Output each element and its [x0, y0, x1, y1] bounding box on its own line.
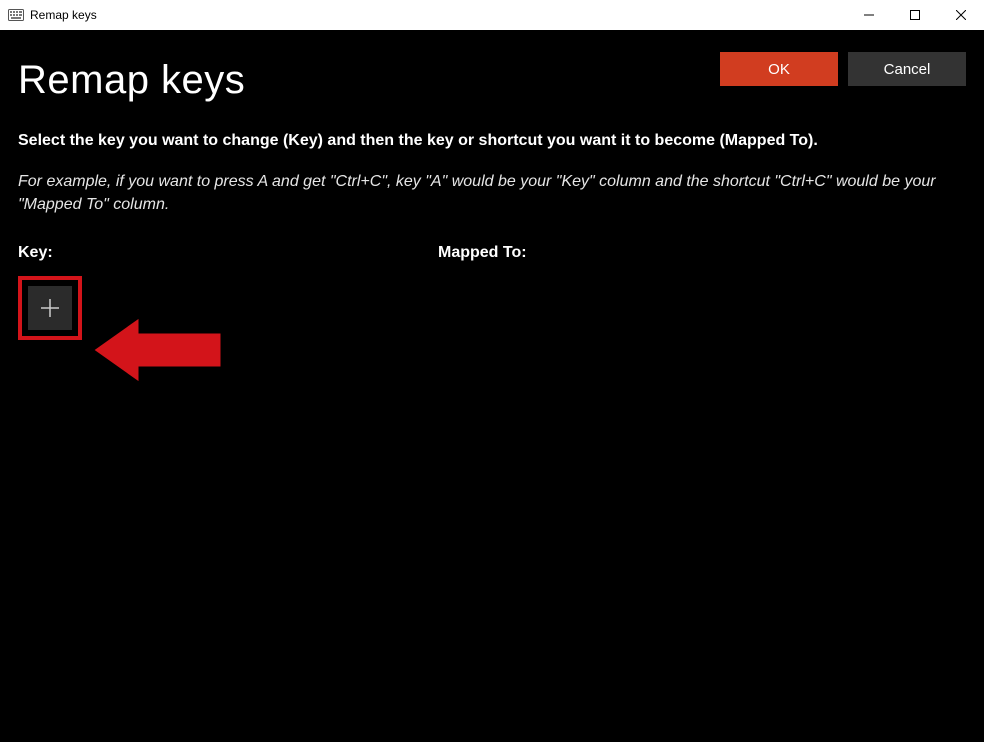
instruction-text: Select the key you want to change (Key) …	[18, 131, 966, 152]
close-button[interactable]	[938, 0, 984, 30]
window-title: Remap keys	[30, 8, 97, 22]
add-highlight-box	[18, 276, 82, 340]
mapped-to-column: Mapped To:	[438, 244, 858, 340]
header-row: Remap keys OK Cancel	[18, 48, 966, 103]
titlebar: Remap keys	[0, 0, 984, 30]
mapped-to-column-label: Mapped To:	[438, 244, 858, 262]
key-column-label: Key:	[18, 244, 438, 262]
ok-button[interactable]: OK	[720, 52, 838, 86]
add-key-button[interactable]	[28, 286, 72, 330]
plus-icon	[38, 296, 62, 320]
content-area: Remap keys OK Cancel Select the key you …	[0, 30, 984, 340]
page-title: Remap keys	[18, 58, 245, 103]
keyboard-icon	[8, 7, 24, 23]
minimize-button[interactable]	[846, 0, 892, 30]
dialog-buttons: OK Cancel	[720, 52, 966, 86]
maximize-button[interactable]	[892, 0, 938, 30]
example-text: For example, if you want to press A and …	[18, 170, 966, 216]
mapping-columns: Key: Mapped To:	[18, 244, 966, 340]
key-column: Key:	[18, 244, 438, 340]
cancel-button[interactable]: Cancel	[848, 52, 966, 86]
